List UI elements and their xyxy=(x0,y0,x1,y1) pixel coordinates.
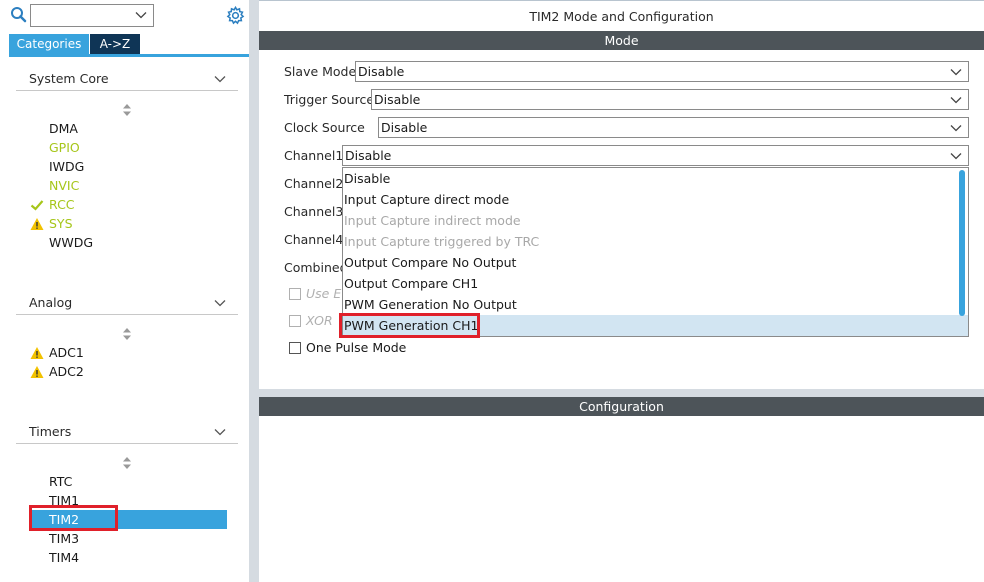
item-label: SYS xyxy=(49,216,73,231)
item-label: IWDG xyxy=(49,159,85,174)
sort-icon[interactable] xyxy=(122,457,132,469)
select-value: Disable xyxy=(358,64,405,79)
warning-icon xyxy=(30,218,44,230)
mode-section-header: Mode xyxy=(259,31,984,50)
checkbox-label: One Pulse Mode xyxy=(306,340,407,355)
item-label: RCC xyxy=(49,197,75,212)
trigger-source-select[interactable]: Disable xyxy=(371,89,969,110)
check-icon xyxy=(30,200,44,211)
channel1-dropdown-list[interactable]: Disable Input Capture direct mode Input … xyxy=(342,167,969,337)
chevron-down-icon[interactable] xyxy=(950,150,962,162)
clock-source-label: Clock Source xyxy=(284,120,365,135)
slave-mode-select[interactable]: Disable xyxy=(355,61,969,82)
section-divider xyxy=(259,389,984,397)
gear-icon[interactable] xyxy=(226,6,245,25)
item-label: ADC2 xyxy=(49,364,84,379)
chevron-down-icon[interactable] xyxy=(950,66,962,78)
checkbox-box[interactable] xyxy=(289,315,301,327)
tab-underline xyxy=(9,54,249,57)
tab-categories[interactable]: Categories xyxy=(9,34,89,54)
chevron-down-icon[interactable] xyxy=(135,9,147,21)
slave-mode-label: Slave Mode xyxy=(284,64,357,79)
section-header-system-core[interactable]: System Core xyxy=(16,69,238,91)
channel2-label: Channel2 xyxy=(284,176,344,191)
sort-icon[interactable] xyxy=(122,104,132,116)
chevron-down-icon[interactable] xyxy=(214,73,226,85)
section-title: System Core xyxy=(29,71,109,86)
select-value: Disable xyxy=(374,92,421,107)
item-label: NVIC xyxy=(49,178,80,193)
search-icon[interactable] xyxy=(10,6,28,24)
item-label: DMA xyxy=(49,121,78,136)
item-label: WWDG xyxy=(49,235,94,250)
item-label: TIM3 xyxy=(49,531,80,546)
right-panel: TIM2 Mode and Configuration Mode Slave M… xyxy=(259,0,984,582)
highlight-box-pwm-ch1 xyxy=(339,313,480,338)
section-title: Analog xyxy=(29,295,73,310)
item-label: RTC xyxy=(49,474,73,489)
dropdown-option: Input Capture indirect mode xyxy=(344,213,521,228)
chevron-down-icon[interactable] xyxy=(214,297,226,309)
section-header-timers[interactable]: Timers xyxy=(16,422,238,444)
dropdown-option[interactable]: Output Compare CH1 xyxy=(343,273,968,294)
configuration-section-header: Configuration xyxy=(259,397,984,416)
panel-splitter[interactable] xyxy=(249,0,259,582)
dropdown-option: Input Capture triggered by TRC xyxy=(344,234,540,249)
combined-channels-label: Combined xyxy=(284,260,348,275)
checkbox-label: XOR xyxy=(306,313,333,328)
left-panel: Categories A->Z System Core DMA GPIO IWD… xyxy=(0,0,249,582)
page-title: TIM2 Mode and Configuration xyxy=(259,0,984,30)
warning-icon xyxy=(30,347,44,359)
dropdown-option[interactable]: Disable xyxy=(343,168,968,189)
checkbox-label: Use E xyxy=(306,286,342,301)
chevron-down-icon[interactable] xyxy=(950,94,962,106)
tab-a-to-z[interactable]: A->Z xyxy=(90,34,140,54)
chevron-down-icon[interactable] xyxy=(950,122,962,134)
dropdown-option[interactable]: PWM Generation No Output xyxy=(343,294,968,315)
trigger-source-label: Trigger Source xyxy=(284,92,375,107)
item-label: GPIO xyxy=(49,140,80,155)
checkbox-box[interactable] xyxy=(289,288,301,300)
item-label: ADC1 xyxy=(49,345,84,360)
channel1-select[interactable]: Disable xyxy=(342,145,969,166)
select-value: Disable xyxy=(381,120,428,135)
channel4-label: Channel4 xyxy=(284,232,344,247)
search-input[interactable] xyxy=(30,4,154,27)
channel3-label: Channel3 xyxy=(284,204,344,219)
checkbox-box[interactable] xyxy=(289,342,301,354)
scrollbar[interactable] xyxy=(959,170,965,316)
section-title: Timers xyxy=(29,424,72,439)
item-label: TIM4 xyxy=(49,550,80,565)
chevron-down-icon[interactable] xyxy=(214,426,226,438)
clock-source-select[interactable]: Disable xyxy=(378,117,969,138)
highlight-box-tim2 xyxy=(29,505,118,531)
select-value: Disable xyxy=(345,148,392,163)
dropdown-option[interactable]: Input Capture direct mode xyxy=(343,189,968,210)
section-header-analog[interactable]: Analog xyxy=(16,293,238,315)
sort-icon[interactable] xyxy=(122,328,132,340)
channel1-label: Channel1 xyxy=(284,148,344,163)
warning-icon xyxy=(30,366,44,378)
dropdown-option[interactable]: Output Compare No Output xyxy=(343,252,968,273)
